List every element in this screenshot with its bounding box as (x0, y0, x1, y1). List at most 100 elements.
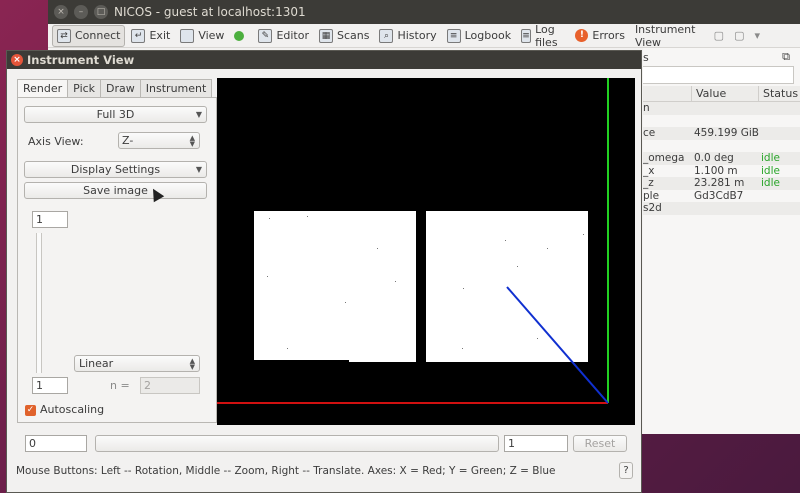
spin-arrows-icon: ▲ ▼ (189, 134, 195, 148)
scans-icon: ▦ (319, 28, 333, 43)
history-icon: ⌕ (379, 28, 394, 43)
render-canvas[interactable] (217, 78, 635, 425)
device-table-header: Value Status (643, 86, 800, 102)
editor-button[interactable]: ✎ Editor (254, 25, 313, 47)
colorbar[interactable] (36, 233, 42, 373)
history-button[interactable]: ⌕ History (375, 25, 440, 47)
table-row[interactable]: _x 1.100 m idle (643, 165, 800, 178)
mouse-help-text: Mouse Buttons: Left -- Rotation, Middle … (16, 465, 556, 477)
table-row[interactable]: n (643, 102, 800, 115)
chevron-down-icon: ▼ (195, 165, 202, 174)
table-row[interactable]: _z 23.281 m idle (643, 177, 800, 190)
editor-icon: ✎ (258, 28, 273, 43)
toolbar-extra-icon[interactable]: ▢ (714, 29, 724, 42)
device-filter-input[interactable] (643, 66, 794, 84)
logfiles-button[interactable]: ≡ Log files (517, 22, 569, 49)
exit-label: Exit (149, 29, 171, 42)
iv-close-icon[interactable]: × (11, 54, 23, 66)
col-status[interactable]: Status (758, 86, 800, 101)
view-button[interactable]: View (176, 25, 228, 47)
exit-icon: ↵ (131, 28, 146, 43)
instrument-view-titlebar: × Instrument View (7, 51, 641, 69)
controls-panel: Render Pick Draw Instrument Full 3D ▼ Ax… (17, 79, 217, 423)
display-settings-label: Display Settings (70, 163, 161, 176)
table-row[interactable]: _omega 0.0 deg idle (643, 152, 800, 165)
toolbar-extra-icon-2[interactable]: ▢ (734, 29, 744, 42)
device-pane: s ⧉ Value Status n ce 459.199 GiB _omega 0… (643, 48, 800, 434)
exit-button[interactable]: ↵ Exit (127, 25, 174, 47)
chevron-down-icon: ▼ (195, 110, 202, 119)
scale-type-value: Linear (79, 357, 114, 370)
errors-icon: ! (575, 29, 589, 42)
instrument-3d-view[interactable] (217, 78, 635, 425)
col-name[interactable] (643, 86, 691, 101)
table-row[interactable]: ple Gd3CdB7 (643, 190, 800, 203)
colormap-max-input[interactable]: 1 (32, 211, 68, 228)
tab-bar: Render Pick Draw Instrument (17, 79, 217, 97)
connect-button[interactable]: ⇄ Connect (52, 24, 126, 47)
errors-button[interactable]: ! Errors (571, 25, 629, 47)
axis-view-select[interactable]: Z- ▲ ▼ (118, 132, 200, 149)
scale-type-select[interactable]: Linear ▲ ▼ (74, 355, 200, 372)
spin-arrows-icon: ▲ ▼ (189, 357, 195, 371)
overflow-chevron-icon[interactable]: ▾ (754, 29, 760, 42)
instrument-view-button[interactable]: Instrument View (631, 23, 702, 49)
view-icon (180, 28, 195, 43)
range-max-input[interactable]: 1 (504, 435, 568, 452)
help-button[interactable]: ? (619, 462, 633, 479)
view-label: View (198, 29, 225, 42)
instrument-view-window: × Instrument View Render Pick Draw Instr… (6, 50, 642, 493)
table-row[interactable] (643, 140, 800, 153)
autoscaling-checkbox[interactable]: ✓ (25, 405, 36, 416)
reset-button[interactable]: Reset (573, 435, 627, 452)
n-value: 2 (144, 379, 151, 392)
projection-value: Full 3D (96, 108, 135, 121)
range-slider[interactable] (95, 435, 499, 452)
tab-instrument[interactable]: Instrument (139, 79, 213, 97)
status-dot-icon (234, 30, 245, 41)
main-maximize-icon[interactable]: □ (94, 5, 108, 19)
colormap-min-input[interactable]: 1 (32, 377, 68, 394)
tab-render[interactable]: Render (17, 79, 69, 97)
logbook-button[interactable]: ≡ Logbook (443, 25, 515, 47)
tab-draw[interactable]: Draw (100, 79, 141, 97)
main-titlebar: × – □ NICOS - guest at localhost:1301 (48, 0, 800, 24)
logbook-icon: ≡ (446, 28, 461, 43)
display-settings-menu[interactable]: Display Settings ▼ (24, 161, 207, 178)
projection-select[interactable]: Full 3D ▼ (24, 106, 207, 123)
device-pane-title: s (643, 50, 649, 64)
detector-bank-left[interactable] (254, 211, 416, 362)
range-min-input[interactable]: 0 (25, 435, 87, 452)
errors-label: Errors (592, 29, 625, 42)
axis-view-value: Z- (122, 134, 134, 147)
status-indicator[interactable] (230, 25, 252, 47)
detector-bank-right[interactable] (426, 211, 588, 362)
history-label: History (397, 29, 437, 42)
n-label: n = (110, 379, 130, 392)
autoscaling-label: Autoscaling (40, 403, 105, 416)
render-tab-body: Full 3D ▼ Axis View: Z- ▲ ▼ Display Setti… (17, 97, 217, 423)
bank-right-gap (460, 209, 555, 211)
pane-float-icon[interactable]: ⧉ (782, 50, 790, 64)
scans-button[interactable]: ▦ Scans (315, 25, 373, 47)
axis-view-label: Axis View: (28, 135, 84, 148)
n-power-input[interactable]: 2 (140, 377, 200, 394)
logfiles-icon: ≡ (521, 28, 532, 43)
logfiles-label: Log files (535, 22, 558, 49)
logbook-label: Logbook (464, 29, 512, 42)
tab-pick[interactable]: Pick (67, 79, 102, 97)
iv-window-title: Instrument View (27, 53, 135, 67)
col-value[interactable]: Value (691, 86, 758, 101)
main-minimize-icon[interactable]: – (74, 5, 88, 19)
device-table: Value Status n ce 459.199 GiB _omega 0.0 d… (643, 86, 800, 215)
connect-label: Connect (75, 29, 121, 42)
table-row[interactable]: s2d (643, 202, 800, 215)
table-row[interactable] (643, 115, 800, 128)
table-row[interactable]: ce 459.199 GiB (643, 127, 800, 140)
device-pane-header: s ⧉ (643, 48, 800, 66)
main-window-title: NICOS - guest at localhost:1301 (114, 5, 306, 19)
save-image-button[interactable]: Save image (24, 182, 207, 199)
toolbar-overflow: ▢ ▢ ▾ (704, 29, 800, 42)
scans-label: Scans (337, 29, 370, 42)
main-close-icon[interactable]: × (54, 5, 68, 19)
